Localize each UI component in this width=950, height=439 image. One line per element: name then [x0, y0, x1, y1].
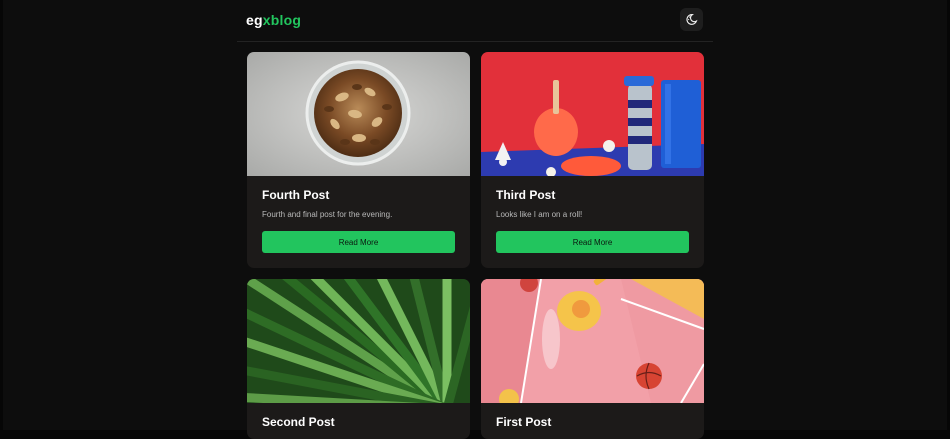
page-background	[3, 0, 947, 430]
post-card: Third Post Looks like I am on a roll! Re…	[481, 52, 704, 268]
post-title[interactable]: Second Post	[262, 415, 335, 429]
site-header: egxblog	[237, 0, 713, 42]
site-logo[interactable]: egxblog	[246, 12, 301, 28]
logo-part-xblog: xblog	[262, 12, 302, 28]
post-description: Looks like I am on a roll!	[496, 210, 583, 219]
post-title[interactable]: Fourth Post	[262, 188, 329, 202]
post-image-green-palm-leaf[interactable]	[247, 279, 470, 403]
post-title[interactable]: First Post	[496, 415, 551, 429]
post-description: Fourth and final post for the evening.	[262, 210, 393, 219]
read-more-button[interactable]: Read More	[496, 231, 689, 253]
post-card: Second Post	[247, 279, 470, 439]
post-card: First Post	[481, 279, 704, 439]
post-image-pink-court-balls[interactable]	[481, 279, 704, 403]
post-image-bowl-of-nuts[interactable]	[247, 52, 470, 176]
post-title[interactable]: Third Post	[496, 188, 555, 202]
theme-toggle-button[interactable]	[680, 8, 703, 31]
post-image-table-tennis-items[interactable]	[481, 52, 704, 176]
logo-part-eg: eg	[246, 12, 263, 28]
read-more-button[interactable]: Read More	[262, 231, 455, 253]
post-card: Fourth Post Fourth and final post for th…	[247, 52, 470, 268]
moon-sun-icon	[686, 14, 698, 25]
